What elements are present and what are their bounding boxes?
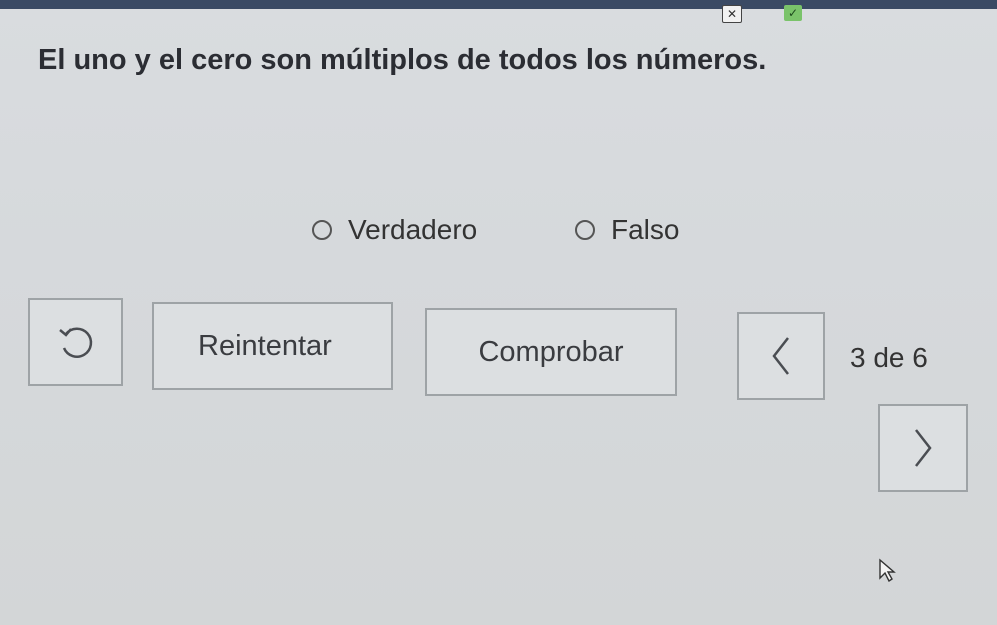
option-false-label: Falso xyxy=(611,214,680,245)
chevron-left-icon xyxy=(772,337,789,375)
radio-false[interactable] xyxy=(575,220,595,240)
next-button[interactable] xyxy=(878,404,968,492)
option-true[interactable]: Verdadero xyxy=(312,214,477,246)
page-indicator: 3 de 6 xyxy=(850,342,928,373)
check-mark-icon: ✓ xyxy=(784,5,802,21)
undo-icon xyxy=(58,327,92,358)
retry-button[interactable]: Reintentar xyxy=(152,302,393,390)
question-text: El uno y el cero son múltiplos de todos … xyxy=(38,44,767,76)
chevron-right-icon xyxy=(915,429,932,467)
mouse-cursor-icon xyxy=(878,558,896,587)
option-false[interactable]: Falso xyxy=(575,214,679,246)
option-true-label: Verdadero xyxy=(348,214,478,245)
retry-button-label: Reintentar xyxy=(198,330,332,362)
check-button-label: Comprobar xyxy=(478,336,624,368)
reset-button[interactable] xyxy=(28,298,123,386)
x-mark-icon: ✕ xyxy=(722,5,742,23)
previous-button[interactable] xyxy=(737,312,825,400)
check-button[interactable]: Comprobar xyxy=(425,308,677,396)
radio-true[interactable] xyxy=(312,220,332,240)
top-bar xyxy=(0,0,997,9)
